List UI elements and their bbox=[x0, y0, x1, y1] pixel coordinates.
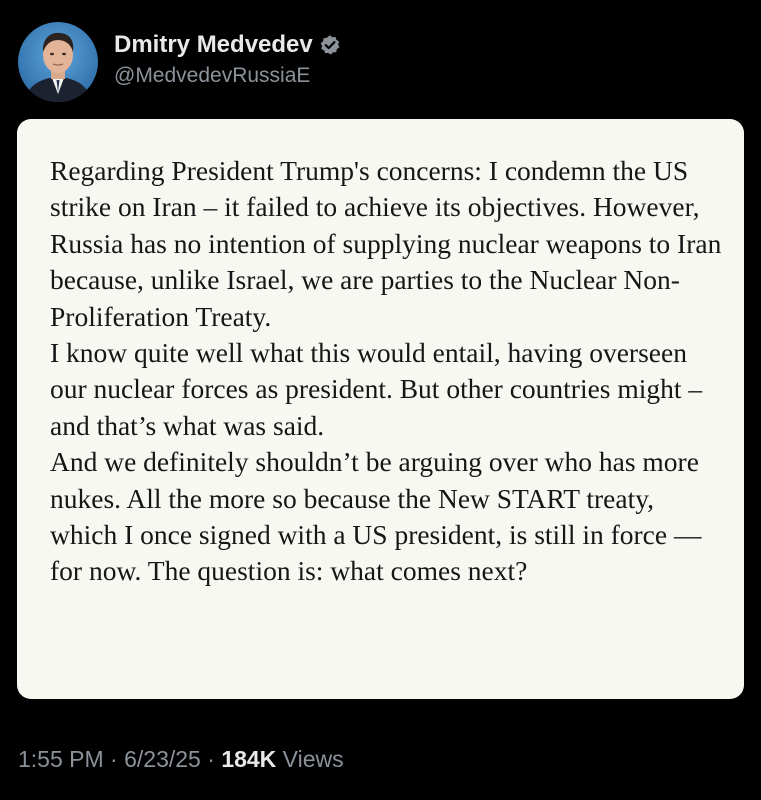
post-meta: 1:55 PM · 6/23/25 · 184K Views bbox=[18, 744, 344, 774]
paragraph-1: Regarding President Trump's concerns: I … bbox=[50, 155, 722, 332]
post-image-text: Regarding President Trump's concerns: I … bbox=[50, 153, 724, 590]
views-count[interactable]: 184K bbox=[221, 746, 276, 772]
user-handle[interactable]: @MedvedevRussiaE bbox=[114, 62, 341, 90]
display-name-row: Dmitry Medvedev bbox=[114, 30, 341, 60]
paragraph-3: And we definitely shouldn’t be arguing o… bbox=[50, 446, 702, 587]
author-names: Dmitry Medvedev @MedvedevRussiaE bbox=[114, 30, 341, 90]
paragraph-2: I know quite well what this would entail… bbox=[50, 337, 703, 441]
post-header: Dmitry Medvedev @MedvedevRussiaE bbox=[18, 22, 341, 102]
post-image-card[interactable]: Regarding President Trump's concerns: I … bbox=[17, 119, 744, 699]
meta-separator-2: · bbox=[200, 746, 222, 772]
verified-badge-icon[interactable] bbox=[319, 34, 341, 56]
meta-separator: · bbox=[103, 746, 125, 772]
profile-photo bbox=[18, 22, 98, 102]
post-time[interactable]: 1:55 PM bbox=[18, 746, 104, 772]
post-date[interactable]: 6/23/25 bbox=[124, 746, 201, 772]
avatar[interactable] bbox=[18, 22, 98, 102]
views-label: Views bbox=[276, 746, 344, 772]
display-name[interactable]: Dmitry Medvedev bbox=[114, 30, 313, 60]
